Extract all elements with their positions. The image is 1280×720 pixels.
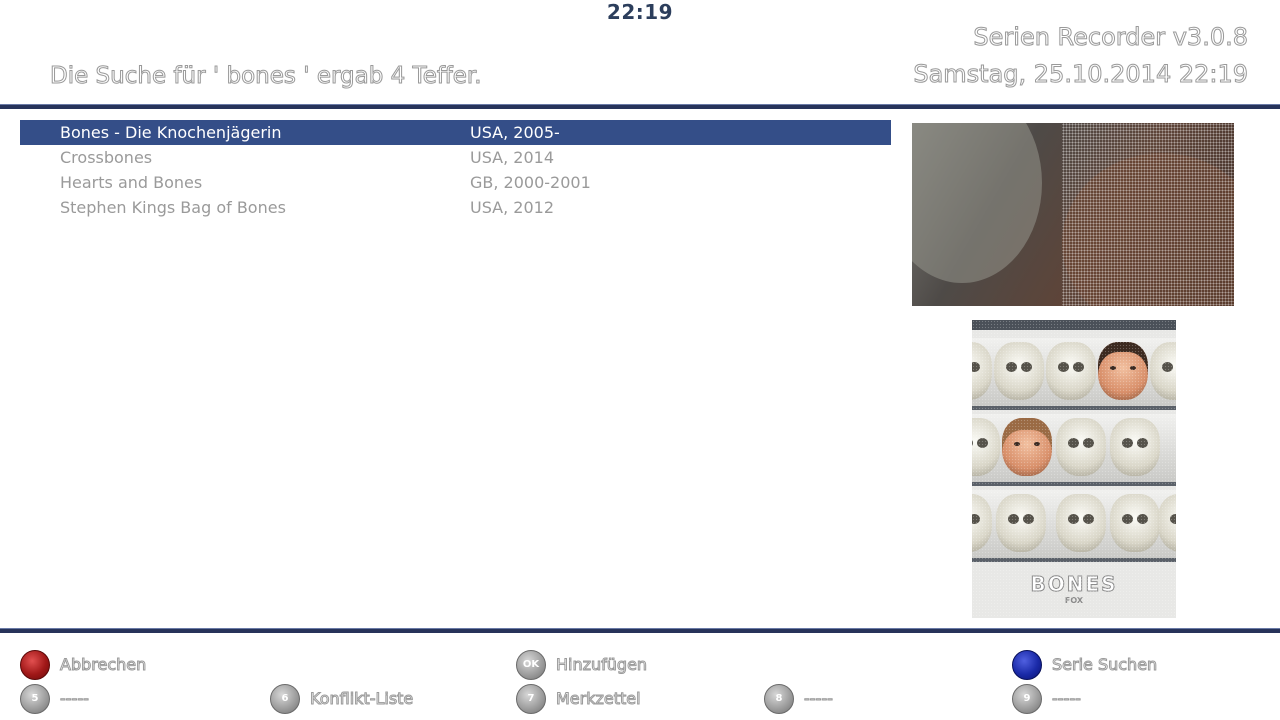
key-9-button[interactable]: 9 ----- <box>1012 684 1212 714</box>
skull-icon <box>1110 494 1160 552</box>
red-button-abbrechen[interactable]: Abbrechen <box>20 650 220 680</box>
cover-skull-row <box>972 338 1176 410</box>
key-7-icon: 7 <box>516 684 546 714</box>
preview-blur <box>912 123 1042 283</box>
key-9-icon: 9 <box>1012 684 1042 714</box>
cover-skull-row <box>972 490 1176 562</box>
series-cover-image: BONES FOX <box>972 320 1176 618</box>
key-5-label: ----- <box>60 689 90 709</box>
skull-icon <box>972 418 1000 476</box>
key-8-icon: 8 <box>764 684 794 714</box>
actor-face-icon <box>1098 342 1148 400</box>
skull-icon <box>994 342 1044 400</box>
red-button-label: Abbrechen <box>59 655 147 675</box>
series-info: GB, 2000-2001 <box>470 173 591 192</box>
date-time: Samstag, 25.10.2014 22:19 <box>913 60 1249 89</box>
key-7-label: Merkzettel <box>556 689 642 709</box>
skull-icon <box>1046 342 1096 400</box>
key-8-label: ----- <box>804 689 834 709</box>
series-title: Bones - Die Knochenjägerin <box>60 123 282 142</box>
preview-dither <box>1062 123 1234 306</box>
key-6-konflikt-liste[interactable]: 6 Konflikt-Liste <box>270 684 490 714</box>
skull-icon <box>1056 494 1106 552</box>
list-item[interactable]: Bones - Die Knochenjägerin USA, 2005- <box>20 120 891 145</box>
list-item[interactable]: Stephen Kings Bag of Bones USA, 2012 <box>20 195 891 220</box>
skull-icon <box>996 494 1046 552</box>
cover-skull-row <box>972 414 1176 486</box>
cover-logo: BONES <box>1030 572 1118 597</box>
footer-divider <box>0 628 1280 633</box>
key-8-button[interactable]: 8 ----- <box>764 684 964 714</box>
key-5-icon: 5 <box>20 684 50 714</box>
series-title: Hearts and Bones <box>60 173 203 192</box>
series-info: USA, 2014 <box>470 148 554 167</box>
list-item[interactable]: Crossbones USA, 2014 <box>20 145 891 170</box>
red-button-icon <box>20 650 50 680</box>
series-title: Crossbones <box>60 148 153 167</box>
key-7-merkzettel[interactable]: 7 Merkzettel <box>516 684 736 714</box>
key-9-label: ----- <box>1052 689 1082 709</box>
blue-button-icon <box>1012 650 1042 680</box>
header-divider <box>0 104 1280 109</box>
serien-recorder-screen: 22:19 Serien Recorder v3.0.8 Samstag, 25… <box>0 0 1280 720</box>
cover-network: FOX <box>1064 596 1084 605</box>
series-info: USA, 2012 <box>470 198 554 217</box>
skull-icon <box>1158 494 1176 552</box>
clock: 22:19 <box>606 0 674 24</box>
ok-button-icon: OK <box>516 650 546 680</box>
blue-button-label: Serie Suchen <box>1051 655 1158 675</box>
key-5-button[interactable]: 5 ----- <box>20 684 220 714</box>
search-result-summary: Die Suche für ' bones ' ergab 4 Teffer. <box>50 63 483 90</box>
series-info: USA, 2005- <box>470 123 560 142</box>
key-6-icon: 6 <box>270 684 300 714</box>
app-title: Serien Recorder v3.0.8 <box>973 23 1249 52</box>
skull-icon <box>1110 418 1160 476</box>
skull-icon <box>972 494 992 552</box>
list-item[interactable]: Hearts and Bones GB, 2000-2001 <box>20 170 891 195</box>
actress-face-icon <box>1002 418 1052 476</box>
blue-button-serie-suchen[interactable]: Serie Suchen <box>1012 650 1252 680</box>
skull-icon <box>972 342 992 400</box>
ok-button-hinzufuegen[interactable]: OK Hinzufügen <box>516 650 736 680</box>
series-title: Stephen Kings Bag of Bones <box>60 198 286 217</box>
key-6-label: Konflikt-Liste <box>309 689 414 709</box>
ok-button-label: Hinzufügen <box>555 655 648 675</box>
cover-top-band <box>972 320 1176 330</box>
skull-icon <box>1056 418 1106 476</box>
tv-preview <box>912 123 1234 306</box>
search-result-list[interactable]: Bones - Die Knochenjägerin USA, 2005- Cr… <box>20 120 891 220</box>
skull-icon <box>1150 342 1176 400</box>
